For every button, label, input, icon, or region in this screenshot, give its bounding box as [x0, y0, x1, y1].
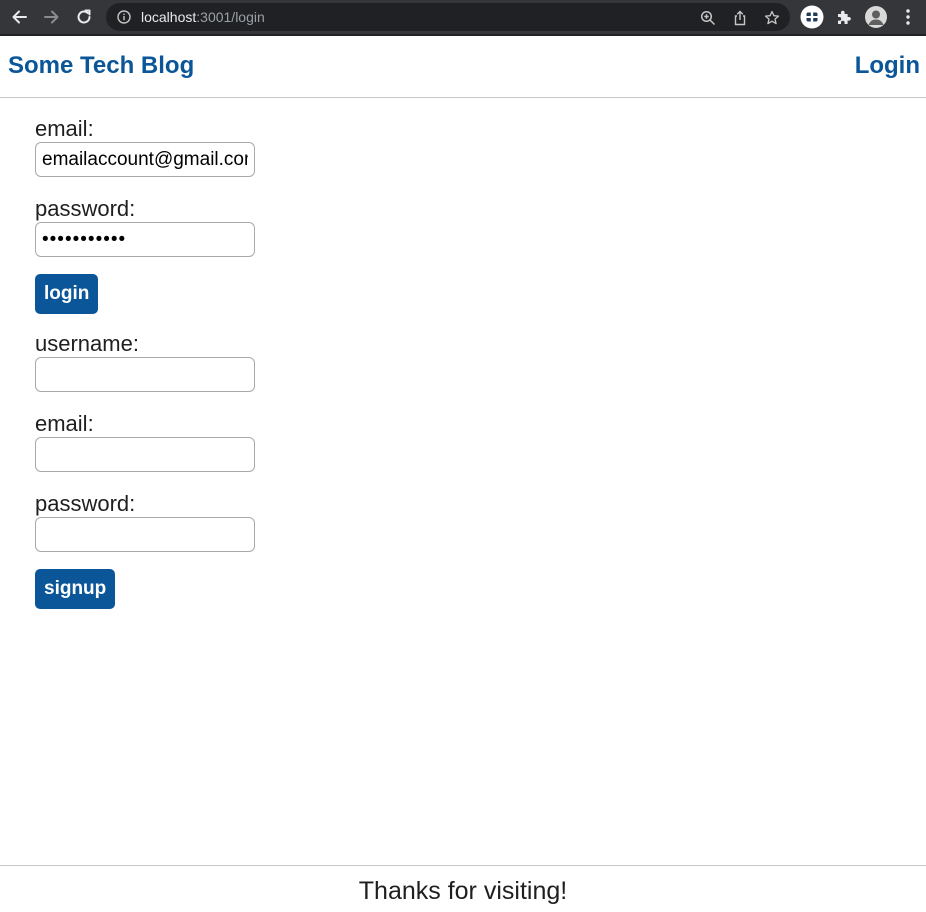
share-icon[interactable] [732, 10, 748, 26]
url-path: :3001/login [196, 9, 265, 25]
profile-avatar-icon[interactable] [864, 5, 888, 29]
main-content: email: password: login username: email: … [35, 116, 335, 609]
signup-username-input[interactable] [35, 357, 255, 392]
signup-password-label: password: [35, 491, 136, 516]
login-password-input[interactable] [35, 222, 255, 257]
info-icon[interactable] [117, 10, 131, 24]
arrow-left-icon [12, 10, 27, 24]
nav-login-link[interactable]: Login [855, 52, 920, 80]
url-text[interactable]: localhost:3001/login [141, 9, 265, 25]
signup-form: username: email: password: signup [35, 331, 335, 609]
arrow-right-icon [44, 10, 59, 24]
site-footer: Thanks for visiting! [0, 865, 926, 912]
back-button[interactable] [9, 7, 29, 27]
reload-button[interactable] [74, 7, 94, 27]
extension-app-icon[interactable] [800, 5, 824, 29]
brand-link[interactable]: Some Tech Blog [8, 52, 194, 80]
login-email-input[interactable] [35, 142, 255, 177]
browser-toolbar: localhost:3001/login [0, 0, 926, 36]
address-bar[interactable]: localhost:3001/login [106, 3, 790, 31]
forward-button[interactable] [42, 7, 62, 27]
login-button[interactable]: login [35, 274, 99, 314]
login-password-label: password: [35, 196, 136, 221]
kebab-menu-icon[interactable] [896, 5, 920, 29]
footer-text: Thanks for visiting! [358, 877, 568, 905]
login-form: email: password: login [35, 116, 335, 314]
url-host: localhost [141, 9, 197, 25]
signup-username-label: username: [35, 331, 139, 356]
site-header: Some Tech Blog Login [0, 36, 926, 98]
login-email-label: email: [35, 116, 94, 141]
star-icon[interactable] [764, 10, 780, 26]
reload-icon [77, 9, 91, 24]
signup-email-label: email: [35, 411, 94, 436]
signup-password-input[interactable] [35, 517, 255, 552]
signup-email-input[interactable] [35, 437, 255, 472]
zoom-icon[interactable] [700, 10, 716, 26]
puzzle-icon[interactable] [832, 5, 856, 29]
signup-button[interactable]: signup [35, 569, 116, 609]
